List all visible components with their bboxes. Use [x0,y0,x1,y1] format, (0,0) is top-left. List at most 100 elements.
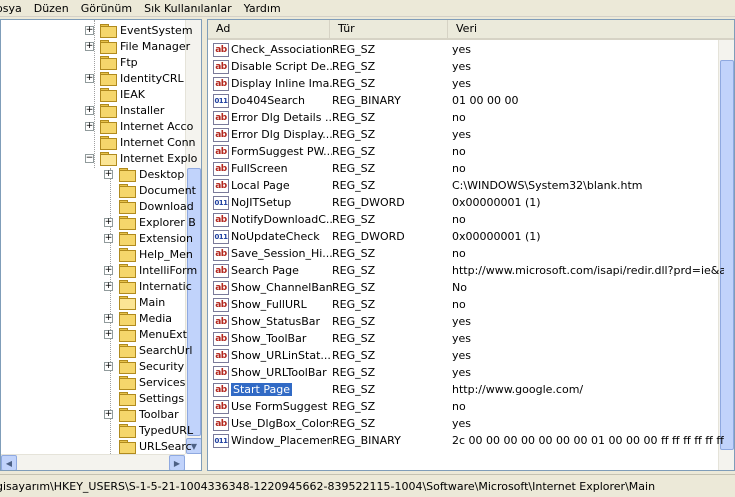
tree-item[interactable]: Ftp [85,54,138,70]
scroll-left-icon[interactable]: ◀ [1,455,17,470]
tree-horizontal-scrollbar[interactable]: ◀ ▶ [1,454,185,470]
tree-item[interactable]: + Desktop [104,166,184,182]
binary-value-icon: 011 [213,195,229,210]
table-row[interactable]: ab Error Dlg Details ... REG_SZ no [208,109,724,126]
tree-item[interactable]: Help_Men [104,246,193,262]
table-row[interactable]: ab FormSuggest PW... REG_SZ no [208,143,724,160]
value-name-cell: ab Use_DlgBox_Colors [208,416,332,431]
table-row[interactable]: ab Show_ToolBar REG_SZ yes [208,330,724,347]
value-name-cell: ab Check_Associations [208,42,332,57]
table-row[interactable]: ab Disable Script De... REG_SZ yes [208,58,724,75]
string-value-icon: ab [213,348,229,363]
tree-item[interactable]: Download [104,198,194,214]
expand-icon[interactable]: + [85,73,94,83]
expand-icon[interactable]: + [85,121,94,131]
table-row[interactable]: ab Search Page REG_SZ http://www.microsoft.… [208,262,724,279]
tree-item[interactable]: + Internatic [104,278,192,294]
expand-icon[interactable]: + [104,217,113,227]
table-row[interactable]: 011 Do404Search REG_BINARY 01 00 00 00 [208,92,724,109]
table-row[interactable]: ab Use FormSuggest REG_SZ no [208,398,724,415]
tree-item[interactable]: + EventSystem [85,22,193,38]
table-row[interactable]: ab Use_DlgBox_Colors REG_SZ yes [208,415,724,432]
table-row[interactable]: ab Show_ChannelBand REG_SZ No [208,279,724,296]
value-name-cell: ab Show_ChannelBand [208,280,332,295]
menu-item[interactable]: osya [0,0,28,17]
tree-item[interactable]: + IdentityCRL [85,70,184,86]
table-row[interactable]: ab FullScreen REG_SZ no [208,160,724,177]
expand-icon[interactable]: + [85,41,94,51]
value-type: REG_SZ [332,43,376,56]
expand-icon[interactable]: + [104,233,113,243]
tree-item[interactable]: + Installer [85,102,164,118]
registry-tree[interactable]: ▼ ◀ ▶ + EventSystem + File Manager Ftp + Ident… [0,19,202,471]
tree-item[interactable]: TypedURL [104,422,193,438]
table-row[interactable]: ab Local Page REG_SZ C:\WINDOWS\System32\bl… [208,177,724,194]
table-row[interactable]: ab Show_StatusBar REG_SZ yes [208,313,724,330]
tree-item[interactable]: IEAK [85,86,145,102]
menu-item[interactable]: Düzen [28,0,75,17]
expand-icon[interactable]: + [104,329,113,339]
tree-item[interactable]: + MenuExt [104,326,187,342]
value-name: Check_Associations [231,43,332,56]
table-row[interactable]: ab Save_Session_Hi... REG_SZ no [208,245,724,262]
expand-icon[interactable]: + [104,313,113,323]
tree-item[interactable]: Document [104,182,196,198]
tree-item[interactable]: + Internet Acco [85,118,193,134]
tree-item[interactable]: − Internet Explo [85,150,197,166]
column-header-type[interactable]: Tür [330,20,448,38]
tree-item[interactable]: + File Manager [85,38,190,54]
table-row[interactable]: ab Show_FullURL REG_SZ no [208,296,724,313]
scroll-right-icon[interactable]: ▶ [169,455,185,470]
tree-item[interactable]: + Explorer B [104,214,196,230]
column-header-data[interactable]: Veri [448,20,734,38]
value-data: http://www.google.com/ [452,383,584,396]
tree-item[interactable]: + Extension [104,230,193,246]
tree-item-label: SearchUrl [139,343,193,357]
tree-item[interactable]: URLSearc [104,438,192,454]
menu-item[interactable]: Sık Kullanılanlar [138,0,238,17]
expand-icon[interactable]: + [85,25,94,35]
column-header-name[interactable]: Ad [208,20,330,38]
value-data: 0x00000001 (1) [452,196,541,209]
tree-item[interactable]: Main [104,294,165,310]
table-row[interactable]: ab Error Dlg Display... REG_SZ yes [208,126,724,143]
table-row[interactable]: ab Display Inline Ima... REG_SZ yes [208,75,724,92]
table-row[interactable]: ab NotifyDownloadC... REG_SZ no [208,211,724,228]
table-row[interactable]: ab Show_URLinStat... REG_SZ yes [208,347,724,364]
menu-item[interactable]: Yardım [238,0,287,17]
table-row[interactable]: 011 Window_Placement REG_BINARY 2c 00 00 00… [208,432,724,449]
value-name: Use_DlgBox_Colors [231,417,332,430]
tree-item-label: File Manager [120,39,191,53]
table-row[interactable]: 011 NoJITSetup REG_DWORD 0x00000001 (1) [208,194,724,211]
tree-item[interactable]: Settings [104,390,184,406]
expand-icon[interactable]: + [104,281,113,291]
expand-icon[interactable]: + [104,361,113,371]
collapse-icon[interactable]: − [85,153,94,163]
tree-item-label: MenuExt [139,327,187,341]
expand-icon[interactable]: + [104,169,113,179]
values-list[interactable]: Ad Tür Veri ab Check_Associations REG_SZ ye… [207,19,735,471]
value-data: 2c 00 00 00 00 00 00 00 01 00 00 00 ff f… [452,434,724,447]
value-name: Display Inline Ima... [231,77,332,90]
tree-item[interactable]: + Media [104,310,172,326]
table-row[interactable]: ab Show_URLToolBar REG_SZ yes [208,364,724,381]
expand-icon[interactable]: + [104,409,113,419]
value-type: REG_SZ [332,162,376,175]
string-value-icon: ab [213,246,229,261]
menu-item[interactable]: Görünüm [75,0,138,17]
tree-item[interactable]: + Security [104,358,184,374]
value-type: REG_SZ [332,315,376,328]
tree-item[interactable]: Services [104,374,185,390]
table-row[interactable]: 011 NoUpdateCheck REG_DWORD 0x00000001 (1) [208,228,724,245]
value-data: yes [452,315,472,328]
folder-icon [119,312,136,326]
string-value-icon: ab [213,263,229,278]
expand-icon[interactable]: + [85,105,94,115]
expand-icon[interactable]: + [104,265,113,275]
tree-item[interactable]: + IntelliForm [104,262,197,278]
tree-item[interactable]: SearchUrl [104,342,192,358]
table-row[interactable]: ab Start Page REG_SZ http://www.google.com/ [208,381,724,398]
tree-item[interactable]: Internet Conn [85,134,196,150]
table-row[interactable]: ab Check_Associations REG_SZ yes [208,41,724,58]
tree-item[interactable]: + Toolbar [104,406,179,422]
